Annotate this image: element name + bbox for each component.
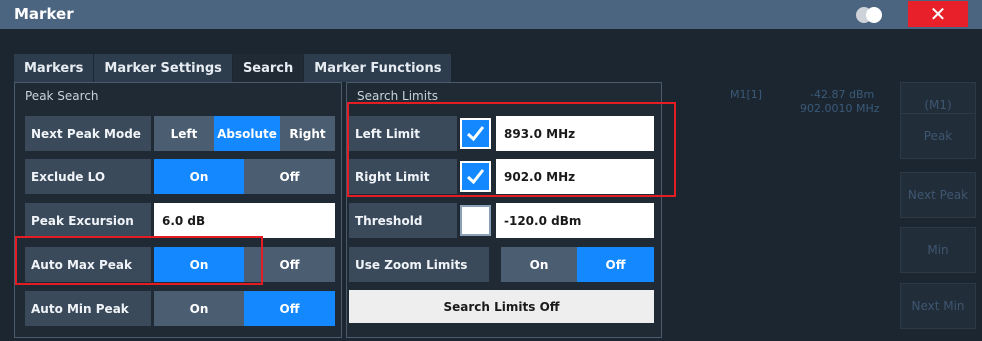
search-limits-off-button[interactable]: Search Limits Off bbox=[349, 290, 654, 323]
exclude-lo-on-button[interactable]: On bbox=[154, 159, 244, 194]
dialog-titlebar[interactable]: Marker ✕ bbox=[0, 0, 982, 29]
threshold-checkbox[interactable] bbox=[460, 205, 491, 236]
close-button[interactable]: ✕ bbox=[908, 1, 968, 27]
use-zoom-limits-label: Use Zoom Limits bbox=[349, 247, 489, 282]
next-peak-mode-label: Next Peak Mode bbox=[25, 116, 151, 151]
use-zoom-limits-off-button[interactable]: Off bbox=[577, 247, 654, 282]
use-zoom-limits-on-button[interactable]: On bbox=[501, 247, 577, 282]
threshold-field[interactable]: -120.0 dBm bbox=[496, 203, 654, 238]
next-peak-mode-right-button[interactable]: Right bbox=[280, 116, 335, 151]
auto-min-peak-on-button[interactable]: On bbox=[154, 291, 244, 326]
auto-max-peak-highlight bbox=[15, 236, 263, 285]
search-limits-group-label: Search Limits bbox=[357, 89, 439, 103]
auto-min-peak-label: Auto Min Peak bbox=[25, 291, 151, 326]
peak-excursion-label: Peak Excursion bbox=[25, 203, 151, 238]
peak-search-panel: Peak Search Next Peak Mode Left Absolute… bbox=[14, 82, 342, 338]
marker-dialog: Marker ✕ Markers Marker Settings Search … bbox=[0, 0, 982, 341]
transparency-toggle-icon[interactable] bbox=[856, 7, 884, 23]
dialog-title: Marker bbox=[14, 5, 74, 23]
tab-marker-settings[interactable]: Marker Settings bbox=[94, 54, 232, 82]
tab-search[interactable]: Search bbox=[232, 54, 304, 82]
search-limits-highlight bbox=[347, 102, 676, 197]
peak-excursion-field[interactable]: 6.0 dB bbox=[154, 203, 335, 238]
tab-marker-functions[interactable]: Marker Functions bbox=[304, 54, 452, 82]
tab-markers[interactable]: Markers bbox=[14, 54, 94, 82]
auto-min-peak-off-button[interactable]: Off bbox=[244, 291, 335, 326]
tab-bar: Markers Marker Settings Search Marker Fu… bbox=[14, 54, 452, 82]
threshold-label: Threshold bbox=[349, 203, 457, 238]
exclude-lo-label: Exclude LO bbox=[25, 159, 151, 194]
next-peak-mode-left-button[interactable]: Left bbox=[154, 116, 214, 151]
peak-search-group-label: Peak Search bbox=[25, 89, 99, 103]
exclude-lo-off-button[interactable]: Off bbox=[244, 159, 335, 194]
next-peak-mode-absolute-button[interactable]: Absolute bbox=[214, 116, 280, 151]
